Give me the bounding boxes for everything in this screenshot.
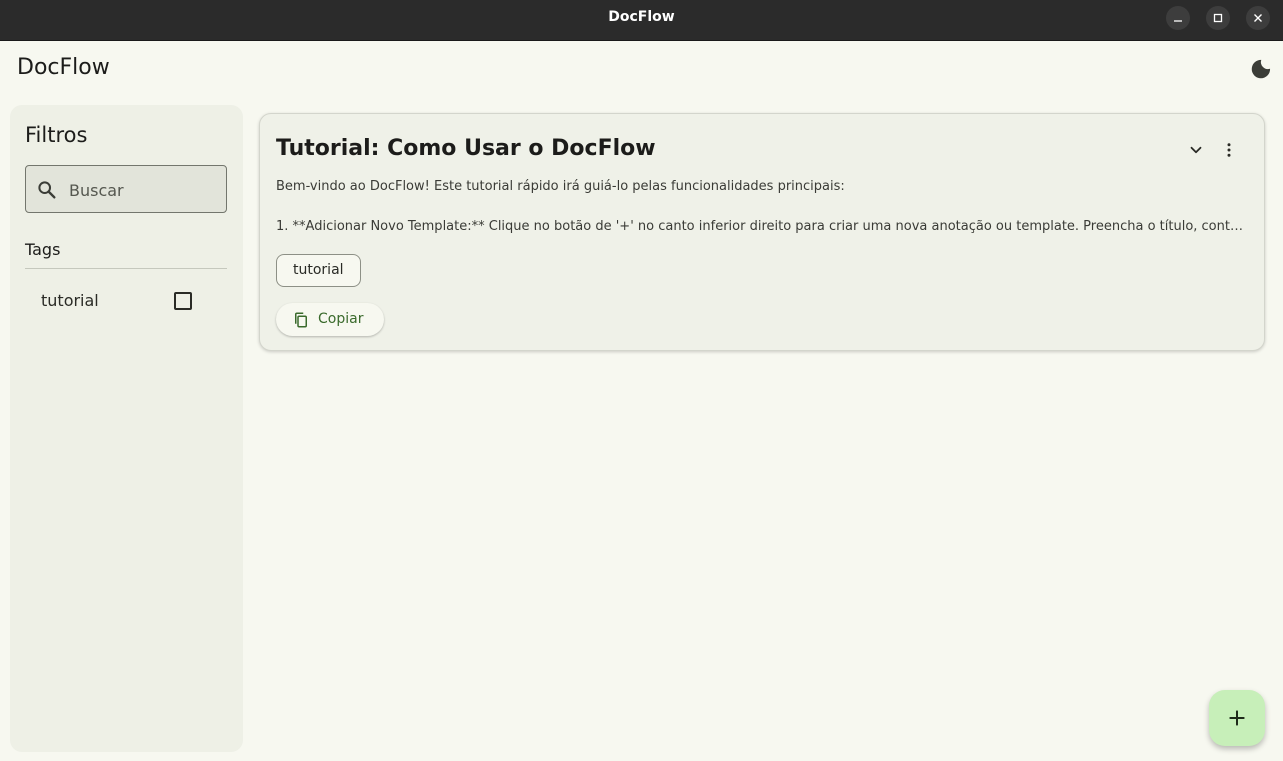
tags-heading: Tags: [25, 240, 61, 259]
tag-filter-item[interactable]: tutorial: [25, 283, 227, 319]
chevron-down-icon: [1190, 146, 1202, 154]
tag-chip[interactable]: tutorial: [276, 254, 361, 287]
moon-icon: [1251, 59, 1271, 79]
app-window: DocFlow DocFlow Filtros Tags tutorial: [0, 0, 1283, 761]
tags-divider: [25, 268, 227, 269]
filters-heading: Filtros: [25, 123, 88, 147]
maximize-button[interactable]: [1206, 6, 1230, 30]
minimize-icon: [1174, 20, 1182, 22]
search-field[interactable]: [25, 165, 227, 213]
app-title: DocFlow: [17, 55, 110, 80]
card-menu-button[interactable]: [1217, 138, 1241, 162]
add-template-button[interactable]: [1209, 690, 1265, 746]
more-vert-icon: [1227, 143, 1231, 157]
copy-label: Copiar: [318, 311, 364, 327]
card-title: Tutorial: Como Usar o DocFlow: [276, 136, 656, 161]
search-icon: [38, 181, 56, 199]
theme-toggle-button[interactable]: [1248, 56, 1274, 82]
window-titlebar[interactable]: DocFlow: [0, 0, 1283, 41]
copy-button[interactable]: Copiar: [276, 303, 384, 336]
tag-filter-checkbox[interactable]: [174, 292, 192, 310]
close-icon: [1254, 14, 1262, 22]
minimize-button[interactable]: [1166, 6, 1190, 30]
tag-filter-label: tutorial: [41, 291, 99, 310]
close-button[interactable]: [1246, 6, 1270, 30]
maximize-icon: [1213, 13, 1223, 23]
template-card[interactable]: Tutorial: Como Usar o DocFlow Bem-vindo …: [259, 113, 1265, 351]
plus-icon: [1229, 710, 1245, 726]
card-content-line: 1. **Adicionar Novo Template:** Clique n…: [276, 219, 1250, 234]
expand-button[interactable]: [1184, 138, 1208, 162]
filters-sidebar: Filtros Tags tutorial: [10, 105, 243, 752]
card-content-line: Bem-vindo ao DocFlow! Este tutorial rápi…: [276, 179, 845, 194]
search-input[interactable]: [69, 178, 219, 202]
copy-icon: [295, 312, 307, 328]
window-title: DocFlow: [608, 9, 675, 25]
